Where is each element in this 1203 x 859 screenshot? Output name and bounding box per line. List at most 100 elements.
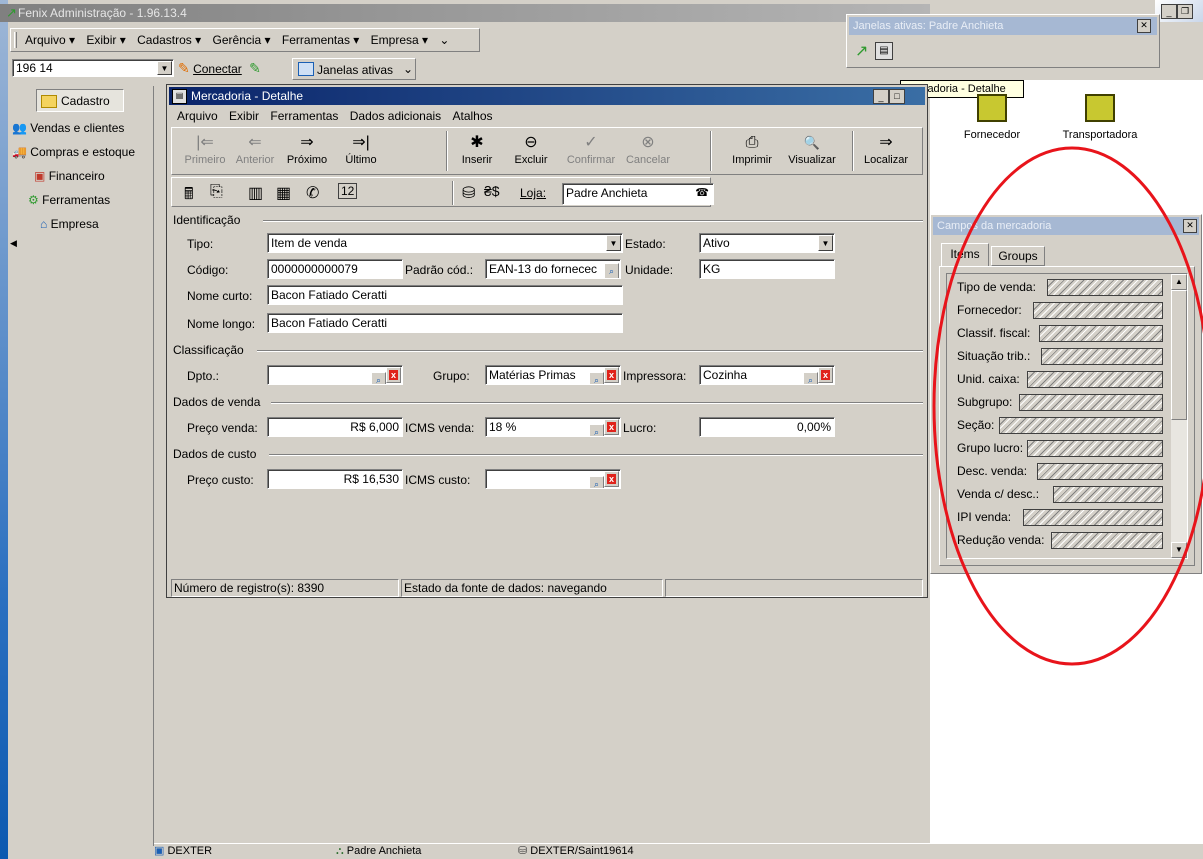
scale-icon[interactable]: ▦ [276,183,291,203]
store-lookup-icon[interactable]: ☎ [695,184,709,202]
next-record-button[interactable]: ⇒ Próximo [282,132,332,172]
impressora-field[interactable]: Cozinha ⌕ x [699,365,835,385]
copy-record-icon[interactable]: ⎘ [210,183,223,201]
minimize-button[interactable]: _ [873,89,889,104]
active-windows-titlebar[interactable]: Janelas ativas: Padre Anchieta ✕ [849,17,1157,35]
preco-custo-field[interactable]: R$ 16,530 [267,469,403,489]
maximize-button[interactable]: □ [889,89,905,104]
icms-venda-field[interactable]: 18 % ⌕ x [485,417,621,437]
detail-menu-exibir[interactable]: Exibir [225,107,263,125]
menu-exibir[interactable]: Exibir ▾ [82,31,129,49]
detail-menu-ferramentas[interactable]: Ferramentas [266,107,342,125]
detail-menu-dados-adicionais[interactable]: Dados adicionais [346,107,445,125]
icms-custo-field[interactable]: ⌕ x [485,469,621,489]
first-arrow-icon: |⇐ [196,134,214,151]
minimize-button[interactable]: _ [1161,4,1177,19]
sidebar-item-vendas[interactable]: 👥 Vendas e clientes [12,120,124,136]
stock-icon[interactable]: ⛁ [462,183,475,203]
icms-venda-label: ICMS venda: [405,421,475,435]
last-record-button[interactable]: ⇒| Último [336,132,386,172]
price-icon[interactable]: ₴$ [484,183,500,199]
menu-arquivo[interactable]: Arquivo ▾ [21,31,79,49]
codigo-value: 0000000000079 [271,262,358,276]
desktop-icon-fornecedor[interactable]: Fornecedor [952,84,1032,144]
menu-ferramentas[interactable]: Ferramentas ▾ [278,31,363,49]
chevron-down-icon[interactable]: ⌄ [403,62,413,76]
detail-menu-arquivo[interactable]: Arquivo [173,107,222,125]
clear-icon[interactable]: x [818,367,833,383]
desktop-strip [0,0,8,859]
barcode-icon[interactable]: ▥ [248,183,263,203]
previous-record-button[interactable]: ⇐ Anterior [230,132,280,172]
print-button[interactable]: ⎙ Imprimir [726,132,778,172]
dpto-field[interactable]: ⌕ x [267,365,403,385]
store-icon: ⛬ [336,845,344,857]
chevron-down-icon[interactable]: ▼ [157,61,172,75]
section-dados-venda: Dados de venda [173,395,267,409]
connect-button[interactable]: ✎ Conectar ✎ [178,58,261,80]
clear-icon[interactable]: x [386,367,401,383]
calendar-icon[interactable]: 12 [338,183,358,199]
connection-combo[interactable]: 196 14 ▼ [12,59,174,77]
lucro-value: 0,00% [796,420,831,434]
desktop-icon-transportadora[interactable]: Transportadora [1050,84,1150,144]
nome-longo-field[interactable]: Bacon Fatiado Ceratti [267,313,623,333]
annotation-circle [932,146,1203,666]
menu-cadastros[interactable]: Cadastros ▾ [133,31,205,49]
lucro-field[interactable]: 0,00% [699,417,835,437]
active-windows-button[interactable]: Janelas ativas ⌄ [292,58,416,80]
calculator-icon[interactable]: 🖩 [184,183,194,210]
sidebar-item-financeiro[interactable]: ▣ Financeiro [34,168,105,184]
sidebar-collapse-arrow-icon[interactable]: ◀ [10,238,17,249]
menu-overflow-chevron-icon[interactable]: ⌄ [435,31,453,49]
lookup-icon[interactable]: ⌕ [604,263,619,278]
fenix-window-icon[interactable]: ↗ [855,41,868,61]
sidebar-item-cadastro[interactable]: Cadastro [36,89,124,112]
tag-icon[interactable]: ✆ [306,183,319,203]
print-label: Imprimir [732,154,772,166]
restore-button[interactable]: ❐ [1177,4,1193,19]
loja-field[interactable]: Padre Anchieta ☎ [562,183,714,205]
close-icon[interactable]: ✕ [1137,19,1151,33]
taskbar-item-database[interactable]: ⛁ DEXTER/Saint19614 [518,845,738,859]
delete-button[interactable]: ⊖ Excluir [506,132,556,172]
unidade-field[interactable]: KG [699,259,835,279]
padrao-field[interactable]: EAN-13 do fornecec ⌕ [485,259,621,279]
detail-menu-atalhos[interactable]: Atalhos [449,107,497,125]
codigo-field[interactable]: 0000000000079 [267,259,403,279]
grupo-field[interactable]: Matérias Primas ⌕ x [485,365,621,385]
lookup-icon[interactable]: ⌕ [589,372,604,384]
lucro-label: Lucro: [623,421,657,435]
chevron-down-icon[interactable]: ▼ [606,235,621,251]
first-record-button[interactable]: |⇐ Primeiro [180,132,230,172]
lookup-icon[interactable]: ⌕ [371,372,386,384]
lookup-icon[interactable]: ⌕ [803,372,818,384]
main-titlebar[interactable]: ↗ Fenix Administração - 1.96.13.4 [0,4,930,22]
preview-button[interactable]: 🔍 Visualizar [782,132,842,172]
cancel-button[interactable]: ⊗ Cancelar [620,132,676,172]
menu-empresa[interactable]: Empresa ▾ [367,31,432,49]
preco-venda-field[interactable]: R$ 6,000 [267,417,403,437]
unidade-label: Unidade: [625,263,674,277]
menu-grip[interactable] [14,32,17,48]
insert-button[interactable]: ✱ Inserir [452,132,502,172]
taskbar-item-dexter[interactable]: ▣ DEXTER [154,845,334,859]
sidebar-item-ferramentas[interactable]: ⚙ Ferramentas [28,192,110,208]
disconnect-plug-icon[interactable]: ✎ [249,60,261,76]
detail-titlebar[interactable]: ▤ Mercadoria - Detalhe _ □ [169,87,925,105]
sidebar-item-empresa[interactable]: ⌂ Empresa [40,216,99,232]
detail-window-icon[interactable]: ▤ [875,42,893,60]
confirm-button[interactable]: ✓ Confirmar [562,132,620,172]
lookup-icon[interactable]: ⌕ [589,476,604,488]
sidebar-item-compras[interactable]: 🚚 Compras e estoque [12,144,135,160]
chevron-down-icon[interactable]: ▼ [818,235,833,251]
nome-curto-field[interactable]: Bacon Fatiado Ceratti [267,285,623,305]
clear-icon[interactable]: x [604,471,619,487]
estado-select[interactable]: Ativo ▼ [699,233,835,253]
clear-icon[interactable]: x [604,419,619,435]
menu-gerencia[interactable]: Gerência ▾ [209,31,275,49]
clear-icon[interactable]: x [604,367,619,383]
tipo-select[interactable]: Item de venda ▼ [267,233,623,253]
lookup-icon[interactable]: ⌕ [589,424,604,436]
taskbar-item-padre-anchieta[interactable]: ⛬ Padre Anchieta [336,845,516,859]
